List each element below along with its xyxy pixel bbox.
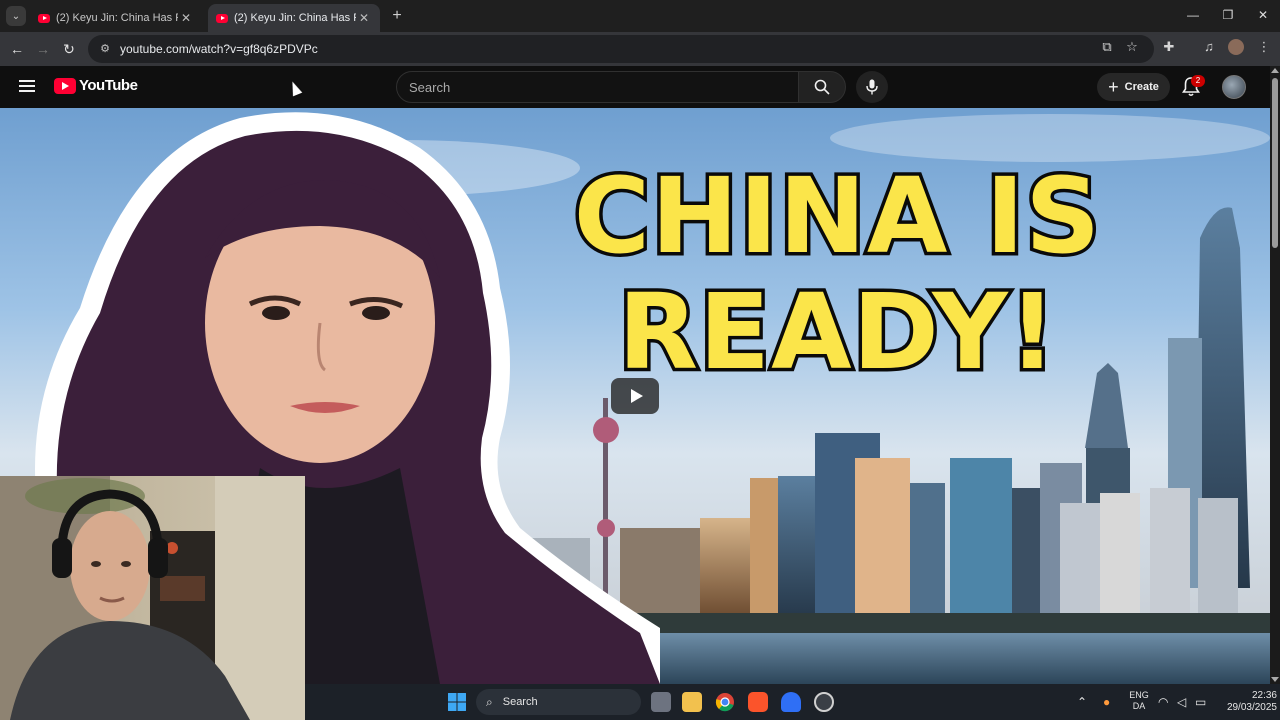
plus-icon: + <box>1108 77 1119 97</box>
scroll-up-icon[interactable] <box>1271 68 1279 73</box>
youtube-logo[interactable]: YouTube <box>54 77 138 94</box>
youtube-play-logo-icon <box>54 77 76 94</box>
chrome-icon[interactable] <box>715 692 735 712</box>
streamer-webcam-image <box>0 476 305 720</box>
clock-date: 29/03/2025 <box>1226 702 1277 713</box>
chevron-up-icon[interactable]: ⌃ <box>1077 684 1087 720</box>
media-control-icon[interactable]: ♫ <box>1200 38 1218 56</box>
app-icon[interactable] <box>781 692 801 712</box>
hamburger-menu-icon[interactable] <box>19 80 35 92</box>
address-bar[interactable]: ⚙ youtube.com/watch?v=gf8q6zPDVPc <box>88 35 1154 63</box>
play-button[interactable] <box>611 378 659 414</box>
search-icon <box>814 79 830 95</box>
search-input[interactable]: Search <box>396 71 799 103</box>
search-button[interactable] <box>798 71 846 103</box>
new-tab-button[interactable]: + <box>388 7 406 25</box>
keyboard-layout: DA <box>1132 701 1146 711</box>
youtube-logo-text: YouTube <box>79 77 138 94</box>
headline-line-2: READY! <box>614 271 1059 394</box>
arrow-right-icon: → <box>36 41 50 57</box>
video-headline: CHINA IS READY! <box>505 155 1170 394</box>
tab-close-icon[interactable]: ✕ <box>356 11 372 25</box>
volume-icon[interactable]: ◁ <box>1177 684 1186 720</box>
tune-icon[interactable]: ⚙ <box>98 42 112 56</box>
windows-start-icon[interactable] <box>447 692 467 712</box>
youtube-favicon-icon <box>216 13 228 23</box>
input-language[interactable]: ENG DA <box>1127 690 1151 712</box>
tab-title: (2) Keyu Jin: China Has Prepared <box>56 12 178 24</box>
browser-tab-strip: ⌄ (2) Keyu Jin: China Has Prepared ✕ (2)… <box>0 0 1280 32</box>
restore-button[interactable]: ❐ <box>1211 0 1245 30</box>
close-window-button[interactable]: ✕ <box>1246 0 1280 30</box>
arrow-left-icon: ← <box>10 41 24 57</box>
scrollbar-thumb[interactable] <box>1272 78 1278 248</box>
taskbar-search-label: Search <box>502 696 538 708</box>
wifi-icon[interactable]: ◠ <box>1158 684 1168 720</box>
scroll-down-icon[interactable] <box>1271 677 1279 682</box>
windows-taskbar: ⌕ Search ⌃ ● ENG DA ◠ ◁ ▭ 22:36 29/03/20… <box>305 684 1280 720</box>
language-code: ENG <box>1129 690 1149 700</box>
browser-toolbar: ← → ↻ ⚙ youtube.com/watch?v=gf8q6zPDVPc … <box>0 32 1280 66</box>
star-icon[interactable]: ☆ <box>1123 38 1141 56</box>
tab-search-button[interactable]: ⌄ <box>6 6 26 26</box>
address-url: youtube.com/watch?v=gf8q6zPDVPc <box>120 42 318 56</box>
minimize-button[interactable]: — <box>1176 0 1210 30</box>
clock-time: 22:36 <box>1251 690 1277 701</box>
browser-tab-1[interactable]: (2) Keyu Jin: China Has Prepared ✕ <box>30 4 202 32</box>
system-clock[interactable]: 22:36 29/03/2025 <box>1219 690 1277 714</box>
reload-button[interactable]: ↻ <box>58 38 80 60</box>
notification-badge: 2 <box>1191 75 1205 87</box>
task-view-icon[interactable] <box>651 692 671 712</box>
profile-icon[interactable] <box>1228 39 1244 55</box>
headline-line-1: CHINA IS <box>570 155 1103 278</box>
microphone-icon <box>866 79 878 95</box>
create-label: Create <box>1124 81 1159 93</box>
chevron-down-icon: ⌄ <box>11 10 21 22</box>
page-scrollbar[interactable] <box>1270 66 1280 684</box>
back-button[interactable]: ← <box>6 38 28 60</box>
kebab-menu-icon[interactable]: ⋮ <box>1255 38 1273 56</box>
microphone-icon[interactable]: ● <box>1103 684 1110 720</box>
install-icon[interactable]: ⧉ <box>1098 38 1116 56</box>
search-icon: ⌕ <box>486 694 493 709</box>
file-explorer-icon[interactable] <box>682 692 702 712</box>
browser-tab-2[interactable]: (2) Keyu Jin: China Has Prepared ✕ <box>208 4 380 32</box>
tab-title: (2) Keyu Jin: China Has Prepared <box>234 12 356 24</box>
youtube-header: YouTube Search + Create 2 <box>0 66 1270 108</box>
voice-search-button[interactable] <box>856 71 888 103</box>
account-avatar[interactable] <box>1222 75 1246 99</box>
battery-icon[interactable]: ▭ <box>1195 684 1206 720</box>
create-button[interactable]: + Create <box>1097 73 1170 101</box>
webcam-overlay <box>0 476 305 720</box>
puzzle-icon[interactable]: ✚ <box>1160 38 1178 56</box>
tab-close-icon[interactable]: ✕ <box>178 11 194 25</box>
taskbar-search[interactable]: ⌕ Search <box>476 689 641 715</box>
brave-icon[interactable] <box>748 692 768 712</box>
reload-icon: ↻ <box>63 40 75 57</box>
forward-button[interactable]: → <box>32 38 54 60</box>
obs-icon[interactable] <box>814 692 834 712</box>
youtube-favicon-icon <box>38 13 50 23</box>
